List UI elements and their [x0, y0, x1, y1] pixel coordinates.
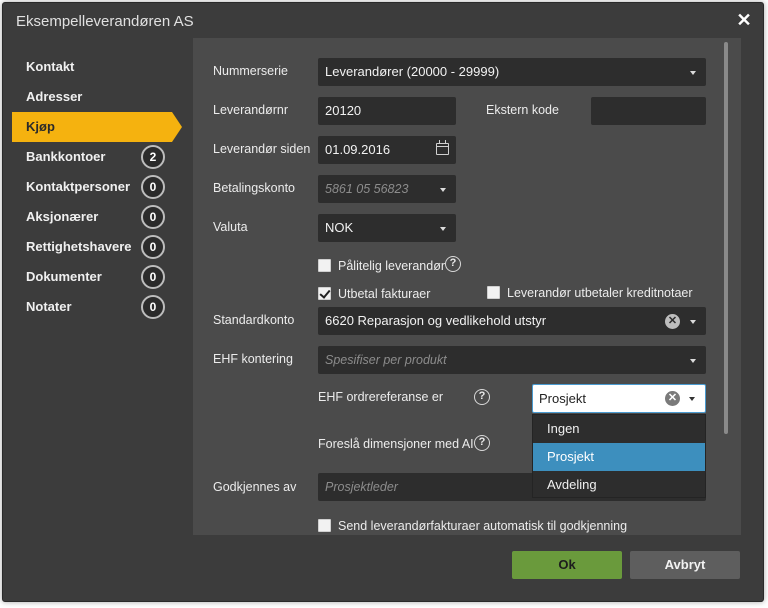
- chevron-down-icon: [690, 71, 696, 75]
- clear-icon[interactable]: ✕: [665, 391, 680, 406]
- chevron-down-icon: [690, 359, 696, 363]
- utbetal-label: Utbetal fakturaer: [338, 287, 431, 301]
- sidebar-item-rettighetshavere[interactable]: Rettighetshavere 0: [12, 232, 182, 262]
- chevron-down-icon: [690, 320, 696, 324]
- count-badge: 0: [141, 265, 165, 289]
- cancel-button[interactable]: Avbryt: [630, 551, 740, 579]
- sidebar-item-dokumenter[interactable]: Dokumenter 0: [12, 262, 182, 292]
- leverandor-siden-label: Leverandør siden: [213, 142, 311, 156]
- standardkonto-value: 6620 Reparasjon og vedlikehold utstyr: [325, 313, 547, 328]
- sidebar-item-label: Kontaktpersoner: [26, 179, 131, 194]
- leverandornr-label: Leverandørnr: [213, 103, 289, 117]
- valuta-value: NOK: [325, 220, 354, 235]
- leverandor-siden-value: 01.09.2016: [325, 142, 391, 157]
- kreditnotaer-checkbox[interactable]: [487, 286, 500, 299]
- chevron-down-icon: [440, 227, 446, 231]
- send-auto-label: Send leverandørfakturaer automatisk til …: [338, 519, 628, 533]
- option-avdeling[interactable]: Avdeling: [533, 471, 705, 499]
- chevron-down-icon: [440, 188, 446, 192]
- leverandornr-value: 20120: [325, 103, 362, 118]
- foresla-label: Foreslå dimensjoner med AI: [318, 437, 474, 451]
- ehf-kontering-placeholder: Spesifiser per produkt: [325, 353, 447, 367]
- betalingskonto-label: Betalingskonto: [213, 181, 296, 195]
- valuta-select[interactable]: NOK: [318, 214, 456, 242]
- godkjennes-label: Godkjennes av: [213, 480, 297, 494]
- sidebar-item-bankkontoer[interactable]: Bankkontoer 2: [12, 142, 182, 172]
- sidebar: Kontakt Adresser Kjøp Bankkontoer 2 Kont…: [12, 52, 182, 322]
- standardkonto-select[interactable]: 6620 Reparasjon og vedlikehold utstyr ✕: [318, 307, 706, 335]
- kreditnotaer-label: Leverandør utbetaler kreditnotaer: [507, 286, 693, 300]
- send-auto-checkbox[interactable]: [318, 519, 331, 532]
- sidebar-item-notater[interactable]: Notater 0: [12, 292, 182, 322]
- ekstern-kode-input[interactable]: [591, 97, 706, 125]
- sidebar-item-label: Kjøp: [26, 119, 55, 134]
- option-ingen[interactable]: Ingen: [533, 415, 705, 443]
- sidebar-item-kjop[interactable]: Kjøp: [12, 112, 182, 142]
- sidebar-item-aksjonaerer[interactable]: Aksjonærer 0: [12, 202, 182, 232]
- help-icon[interactable]: ?: [474, 389, 490, 405]
- nummerserie-label: Nummerserie: [213, 64, 289, 78]
- count-badge: 0: [141, 175, 165, 199]
- option-prosjekt[interactable]: Prosjekt: [533, 443, 705, 471]
- help-icon[interactable]: ?: [445, 256, 461, 272]
- dialog-title: Eksempelleverandøren AS: [16, 13, 194, 30]
- sidebar-item-label: Notater: [26, 299, 72, 314]
- ok-button[interactable]: Ok: [512, 551, 622, 579]
- sidebar-item-kontaktpersoner[interactable]: Kontaktpersoner 0: [12, 172, 182, 202]
- sidebar-item-label: Rettighetshavere: [26, 239, 132, 254]
- godkjennes-placeholder: Prosjektleder: [325, 480, 398, 494]
- count-badge: 0: [141, 205, 165, 229]
- leverandornr-input[interactable]: 20120: [318, 97, 456, 125]
- title-bar: Eksempelleverandøren AS ✕: [3, 3, 763, 39]
- count-badge: 0: [141, 235, 165, 259]
- palitelig-checkbox[interactable]: [318, 259, 331, 272]
- sidebar-item-adresser[interactable]: Adresser: [12, 82, 182, 112]
- calendar-icon[interactable]: [436, 140, 449, 155]
- ehf-ordreref-value: Prosjekt: [539, 391, 586, 406]
- ehf-kontering-label: EHF kontering: [213, 352, 293, 366]
- chevron-down-icon: [689, 397, 695, 401]
- count-badge: 2: [141, 145, 165, 169]
- standardkonto-label: Standardkonto: [213, 313, 295, 327]
- nummerserie-select[interactable]: Leverandører (20000 - 29999): [318, 58, 706, 86]
- sidebar-item-label: Kontakt: [26, 59, 75, 74]
- ehf-ordreref-select[interactable]: Prosjekt ✕: [532, 384, 706, 413]
- scrollbar[interactable]: [724, 42, 728, 434]
- option-label: Prosjekt: [547, 449, 594, 464]
- ehf-kontering-select[interactable]: Spesifiser per produkt: [318, 346, 706, 374]
- betalingskonto-select[interactable]: 5861 05 56823: [318, 175, 456, 203]
- leverandor-siden-input[interactable]: 01.09.2016: [318, 136, 456, 164]
- sidebar-item-label: Aksjonærer: [26, 209, 99, 224]
- ekstern-kode-label: Ekstern kode: [486, 103, 559, 117]
- nummerserie-value: Leverandører (20000 - 29999): [325, 64, 500, 79]
- sidebar-item-label: Bankkontoer: [26, 149, 106, 164]
- option-label: Avdeling: [547, 477, 597, 492]
- betalingskonto-placeholder: 5861 05 56823: [325, 182, 409, 196]
- count-badge: 0: [141, 295, 165, 319]
- close-icon[interactable]: ✕: [735, 11, 753, 29]
- option-label: Ingen: [547, 421, 580, 436]
- palitelig-label: Pålitelig leverandør: [338, 259, 445, 273]
- clear-icon[interactable]: ✕: [665, 314, 680, 329]
- ehf-ordreref-dropdown: Ingen Prosjekt Avdeling: [532, 414, 706, 498]
- sidebar-item-label: Dokumenter: [26, 269, 102, 284]
- help-icon[interactable]: ?: [474, 435, 490, 451]
- valuta-label: Valuta: [213, 220, 248, 234]
- sidebar-item-label: Adresser: [26, 89, 83, 104]
- ehf-ordreref-label: EHF ordrereferanse er: [318, 390, 444, 404]
- sidebar-item-kontakt[interactable]: Kontakt: [12, 52, 182, 82]
- utbetal-checkbox[interactable]: [318, 287, 331, 300]
